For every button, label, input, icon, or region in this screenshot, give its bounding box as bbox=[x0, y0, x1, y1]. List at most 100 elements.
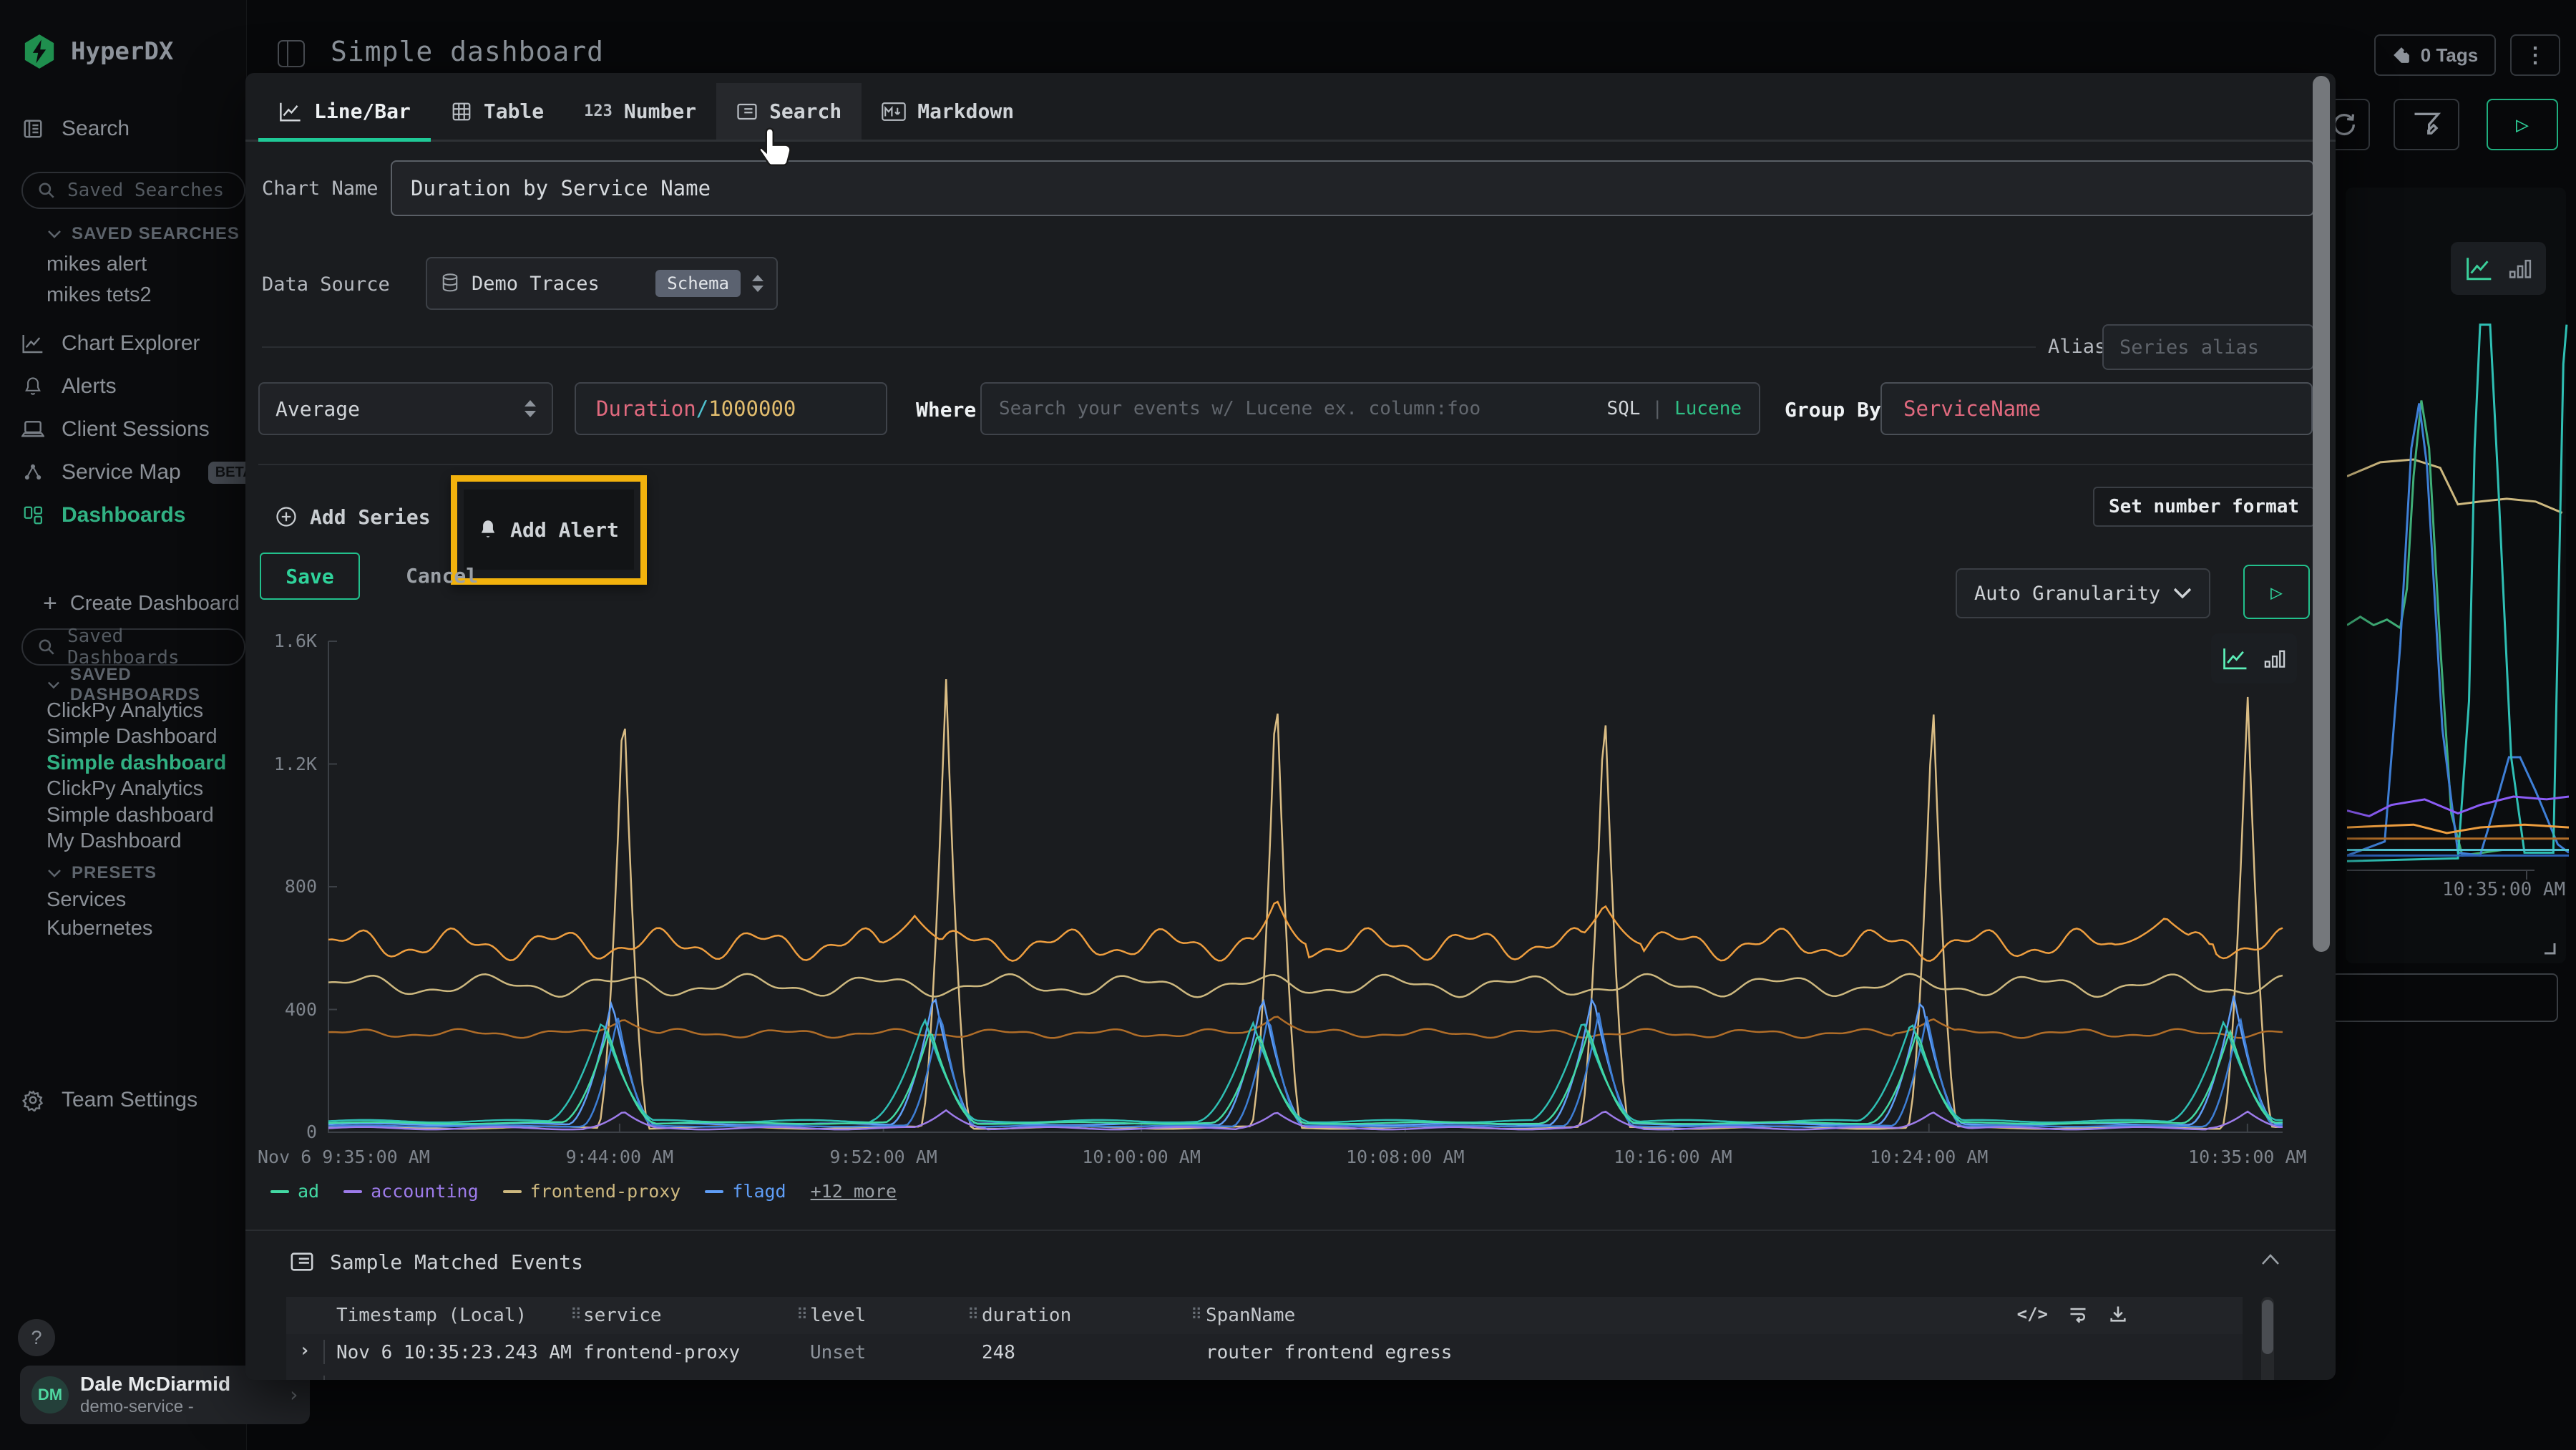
column-header-service[interactable]: service bbox=[583, 1305, 662, 1326]
table-scrollbar-thumb[interactable] bbox=[2262, 1300, 2273, 1354]
saved-dashboard-item[interactable]: Simple dashboard bbox=[47, 801, 214, 829]
table-row[interactable]: ›Nov 6 10:35:23.243 AMfrontend-proxyUnse… bbox=[286, 1334, 2243, 1370]
brand[interactable]: HyperDX bbox=[24, 34, 173, 69]
duration-chart bbox=[326, 630, 2285, 1138]
saved-searches-header[interactable]: SAVED SEARCHES bbox=[47, 223, 240, 245]
saved-dashboard-item[interactable]: My Dashboard bbox=[47, 827, 182, 856]
preset-item[interactable]: Services bbox=[47, 885, 126, 914]
hyperdx-logo-icon bbox=[24, 34, 55, 69]
number-123-icon: 123 bbox=[584, 102, 613, 120]
sidebar-item-client-sessions[interactable]: Client Sessions bbox=[21, 414, 210, 445]
presets-header[interactable]: PRESETS bbox=[47, 862, 157, 885]
column-drag-icon[interactable]: ⠿ bbox=[1191, 1306, 1202, 1324]
bg-chart-type-toggle[interactable] bbox=[2451, 242, 2546, 295]
saved-search-item[interactable]: mikes tets2 bbox=[47, 281, 152, 309]
line-chart-icon bbox=[2465, 256, 2494, 281]
run-chart-button[interactable]: ▷ bbox=[2243, 565, 2310, 619]
preset-item[interactable]: Kubernetes bbox=[47, 914, 152, 943]
sidebar-item-search[interactable]: Search bbox=[21, 113, 130, 145]
tab-line-bar[interactable]: Line/Bar bbox=[258, 83, 431, 140]
code-view-icon[interactable]: </> bbox=[2017, 1304, 2048, 1324]
column-header-timestamp-local-[interactable]: Timestamp (Local) bbox=[336, 1305, 527, 1326]
saved-search-item[interactable]: mikes alert bbox=[47, 250, 147, 278]
saved-dashboard-item[interactable]: Simple dashboard bbox=[47, 749, 226, 777]
group-by-input[interactable]: ServiceName bbox=[1880, 382, 2313, 435]
legend-item-flagd[interactable]: flagd bbox=[705, 1181, 786, 1202]
add-series-button[interactable]: Add Series bbox=[275, 495, 431, 538]
collapse-sidebar-icon[interactable] bbox=[278, 40, 305, 67]
cancel-button[interactable]: Cancel bbox=[406, 564, 478, 588]
saved-dashboard-item[interactable]: ClickPy Analytics bbox=[47, 696, 203, 725]
chevron-down-icon bbox=[47, 680, 60, 690]
sql-toggle[interactable]: SQL bbox=[1606, 398, 1640, 419]
chart-name-input[interactable]: Duration by Service Name bbox=[391, 160, 2314, 216]
sidebar-item-alerts[interactable]: Alerts bbox=[21, 371, 117, 402]
sidebar-item-team-settings[interactable]: Team Settings bbox=[21, 1084, 197, 1116]
laptop-icon bbox=[21, 419, 44, 439]
table-row[interactable]: ›Nov 6 10:35:23.243 AMfrontend-proxyUnse… bbox=[286, 1370, 2243, 1380]
create-dashboard-button[interactable]: + Create Dashboard bbox=[43, 588, 240, 619]
saved-dashboards-header[interactable]: SAVED DASHBOARDS bbox=[47, 673, 246, 696]
sidebar: HyperDX Search Saved Searches SAVED SEAR… bbox=[0, 0, 247, 1450]
series-flagd bbox=[328, 996, 2283, 1125]
plus-circle-icon bbox=[275, 506, 297, 527]
add-alert-button[interactable]: Add Alert bbox=[464, 490, 634, 570]
saved-dashboard-item[interactable]: ClickPy Analytics bbox=[47, 775, 203, 804]
kebab-menu-button[interactable]: ⋮ bbox=[2510, 34, 2560, 76]
field-expression-input[interactable]: Duration/1000000 bbox=[575, 382, 887, 435]
saved-searches-input[interactable]: Saved Searches bbox=[21, 172, 245, 209]
granularity-select[interactable]: Auto Granularity bbox=[1956, 568, 2210, 618]
column-drag-icon[interactable]: ⠿ bbox=[570, 1306, 582, 1324]
filter-button[interactable] bbox=[2394, 99, 2459, 150]
tab-number[interactable]: 123Number bbox=[564, 83, 716, 140]
legend-item-accounting[interactable]: accounting bbox=[343, 1181, 479, 1202]
resize-handle-icon[interactable] bbox=[2542, 940, 2557, 956]
collapse-section-icon[interactable] bbox=[2260, 1252, 2281, 1267]
column-drag-icon[interactable]: ⠿ bbox=[796, 1306, 808, 1324]
expand-row-icon[interactable]: › bbox=[299, 1340, 311, 1361]
lucene-toggle[interactable]: Lucene bbox=[1674, 398, 1742, 419]
modal-scrollbar[interactable] bbox=[2313, 76, 2330, 952]
wrap-text-icon[interactable] bbox=[2068, 1304, 2088, 1324]
sidebar-item-dashboards[interactable]: Dashboards bbox=[21, 500, 185, 531]
saved-dashboards-input[interactable]: Saved Dashboards bbox=[21, 628, 245, 666]
sidebar-item-service-map[interactable]: Service MapBETA bbox=[21, 457, 260, 488]
table-scrollbar-track[interactable] bbox=[2261, 1297, 2274, 1380]
list-icon bbox=[736, 101, 758, 122]
tab-markdown[interactable]: Markdown bbox=[862, 83, 1034, 140]
column-header-level[interactable]: level bbox=[810, 1305, 866, 1326]
data-source-select[interactable]: Demo Traces Schema bbox=[426, 257, 778, 310]
x-tick-label: 10:16:00 AM bbox=[1614, 1147, 1732, 1167]
aggregation-select[interactable]: Average bbox=[258, 382, 553, 435]
where-search-input[interactable]: Search your events w/ Lucene ex. column:… bbox=[980, 382, 1760, 435]
legend-swatch bbox=[343, 1190, 362, 1193]
run-query-button[interactable]: ▷ bbox=[2487, 99, 2558, 150]
column-header-duration[interactable]: duration bbox=[982, 1305, 1071, 1326]
sidebar-item-chart-explorer[interactable]: Chart Explorer bbox=[21, 328, 200, 359]
chart-type-toggle[interactable] bbox=[2211, 633, 2297, 683]
legend-item-ad[interactable]: ad bbox=[270, 1181, 319, 1202]
cell-spanname: router frontend egress bbox=[1206, 1342, 1452, 1363]
search-icon bbox=[37, 638, 56, 656]
column-drag-icon[interactable]: ⠿ bbox=[967, 1306, 979, 1324]
legend-item--12-more[interactable]: +12 more bbox=[811, 1181, 897, 1202]
bg-series-teal bbox=[2347, 325, 2567, 862]
chevron-down-icon bbox=[2173, 588, 2192, 599]
help-button[interactable]: ? bbox=[18, 1319, 55, 1356]
saved-dashboard-item[interactable]: Simple Dashboard bbox=[47, 723, 218, 751]
column-header-spanname[interactable]: SpanName bbox=[1206, 1305, 1295, 1326]
expand-row-icon[interactable]: › bbox=[299, 1376, 311, 1380]
series-alias-input[interactable]: Series alias bbox=[2102, 324, 2314, 370]
alias-label: Alias bbox=[2048, 336, 2106, 358]
cell-timestamp-local-: Nov 6 10:35:23.243 AM bbox=[336, 1342, 572, 1363]
where-placeholder: Search your events w/ Lucene ex. column:… bbox=[999, 398, 1480, 419]
tags-button[interactable]: 0 Tags bbox=[2374, 34, 2496, 76]
set-number-format-button[interactable]: Set number format bbox=[2093, 487, 2315, 527]
bg-chart-time-label: 10:35:00 AM bbox=[2442, 879, 2565, 900]
save-button[interactable]: Save bbox=[260, 553, 360, 600]
play-icon: ▷ bbox=[2270, 580, 2283, 604]
download-icon[interactable] bbox=[2108, 1304, 2128, 1324]
tab-table[interactable]: Table bbox=[431, 83, 564, 140]
bg-panel-input[interactable] bbox=[2331, 973, 2558, 1022]
legend-item-frontend-proxy[interactable]: frontend-proxy bbox=[503, 1181, 681, 1202]
